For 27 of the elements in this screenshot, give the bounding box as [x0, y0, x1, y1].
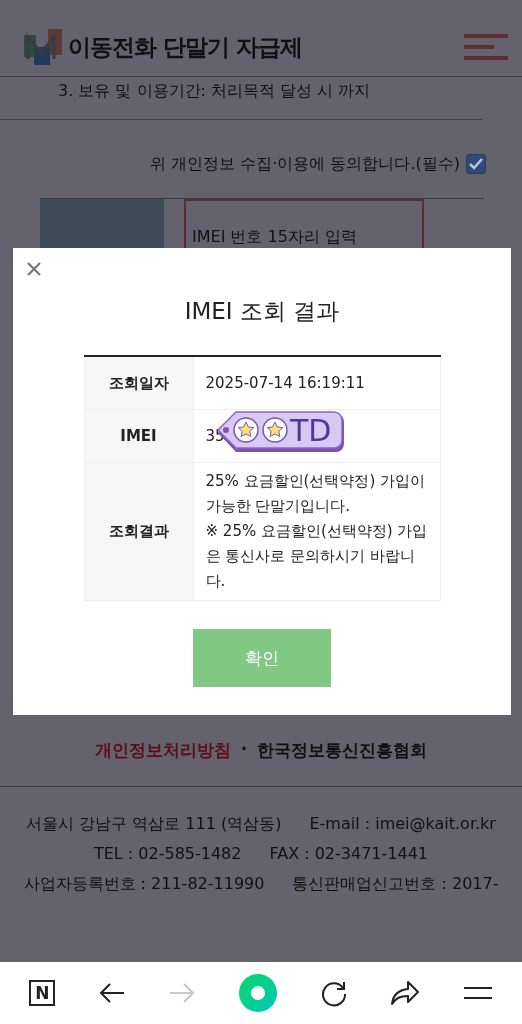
menu-button[interactable] — [462, 985, 493, 1001]
row-label: 조회결과 — [84, 462, 193, 601]
site-logo-text: 이동전화 단말기 자급제 — [68, 32, 302, 62]
footer-info-text: 사업자등록번호 : 211-82-11990 — [23, 873, 265, 895]
back-button[interactable] — [97, 981, 126, 1005]
close-icon[interactable] — [27, 262, 41, 276]
footer-link[interactable]: 개인정보처리방침 — [94, 739, 231, 762]
reload-button[interactable] — [319, 979, 348, 1007]
footer-info-text: FAX : 02-3471-1441 — [269, 843, 429, 865]
consent-checkbox[interactable] — [466, 154, 486, 174]
dialog-title: IMEI 조회 결과 — [184, 297, 340, 326]
consent-label: 위 개인정보 수집·이용에 동의합니다.(필수) — [150, 153, 460, 175]
row-label: IMEI — [84, 409, 193, 463]
footer-info-text: 서울시 강남구 역삼로 111 (역삼동) — [26, 813, 282, 835]
separator-dot: · — [240, 739, 248, 761]
retention-notice: 3. 보유 및 이용기간: 처리목적 달성 시 까지 — [0, 77, 482, 120]
n-logo-button[interactable]: N — [29, 980, 56, 1006]
footer-info-text: TEL : 02-585-1482 — [93, 843, 242, 865]
share-button[interactable] — [390, 980, 421, 1006]
row-label: 조회일자 — [84, 356, 193, 410]
footer-info-text: E-mail : imei@kait.or.kr — [309, 813, 496, 835]
logo-icon — [24, 29, 62, 65]
confirm-button[interactable]: 확인 — [193, 629, 331, 687]
row-value: 2025-07-14 16:19:11 — [193, 356, 440, 410]
row-value: 25% 요금할인(선택약정) 가입이 가능한 단말기입니다. ※ 25% 요금할인(선택약정) 가입은 통신사로 문의하시기 바랍니다. — [193, 462, 440, 601]
footer-link[interactable]: 한국정보통신진흥협회 — [257, 739, 428, 762]
footer-info-text: 통신판매업신고번호 : 2017- — [292, 873, 499, 895]
